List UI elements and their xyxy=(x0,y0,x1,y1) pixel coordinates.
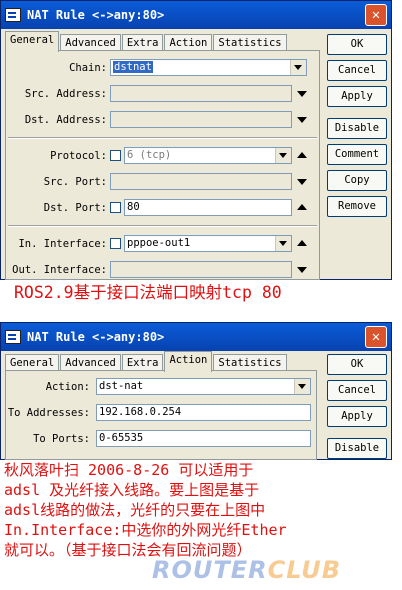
nat-rule-window-action: NAT Rule <->any:80> ✕ General Advanced E… xyxy=(0,322,392,460)
remove-button[interactable]: Remove xyxy=(327,196,387,217)
general-panel: Chain: dstnat Src. Address: Dst. Address… xyxy=(5,50,320,280)
chevron-down-icon[interactable] xyxy=(290,60,306,75)
collapse-up-icon[interactable] xyxy=(297,204,307,210)
out-interface-label: Out. Interface: xyxy=(12,264,107,276)
to-addresses-label: To Addresses: xyxy=(7,407,90,419)
cancel-button[interactable]: Cancel xyxy=(327,380,387,401)
divider xyxy=(8,137,317,139)
expand-down-icon[interactable] xyxy=(297,91,307,97)
divider xyxy=(8,225,317,227)
in-interface-negate-checkbox[interactable] xyxy=(110,238,121,249)
tab-action[interactable]: Action xyxy=(164,351,213,372)
disable-button[interactable]: Disable xyxy=(327,118,387,139)
window-app-icon xyxy=(5,8,21,22)
nat-rule-window-general: NAT Rule <->any:80> ✕ General Advanced E… xyxy=(0,0,392,280)
window-titlebar[interactable]: NAT Rule <->any:80> ✕ xyxy=(1,323,391,351)
apply-button[interactable]: Apply xyxy=(327,406,387,427)
comment-button[interactable]: Comment xyxy=(327,144,387,165)
action-label: Action: xyxy=(45,381,90,393)
routerclub-watermark: ROUTERCLUB xyxy=(152,556,341,584)
dst-address-label: Dst. Address: xyxy=(24,114,107,126)
window-title: NAT Rule <->any:80> xyxy=(27,330,165,344)
caption-ros29: ROS2.9基于接口法端口映射tcp 80 xyxy=(14,283,282,302)
ok-button[interactable]: OK xyxy=(327,34,387,55)
chevron-down-icon[interactable] xyxy=(294,379,310,394)
chevron-down-icon[interactable] xyxy=(275,148,291,163)
expand-down-icon[interactable] xyxy=(297,179,307,185)
dst-port-input[interactable]: 80 xyxy=(124,199,292,216)
collapse-up-icon[interactable] xyxy=(297,152,307,158)
caption-line: 秋风落叶扫 2006-8-26 可以适用于 xyxy=(4,461,254,479)
to-addresses-input[interactable]: 192.168.0.254 xyxy=(96,404,311,421)
in-interface-value: pppoe-out1 xyxy=(127,237,191,249)
in-interface-label: In. Interface: xyxy=(18,238,107,250)
watermark-part2: CLUB xyxy=(267,556,341,584)
protocol-value: 6 (tcp) xyxy=(127,149,172,161)
dst-port-label: Dst. Port: xyxy=(43,202,107,214)
close-icon: ✕ xyxy=(371,329,381,345)
src-address-label: Src. Address: xyxy=(24,88,107,100)
apply-button[interactable]: Apply xyxy=(327,86,387,107)
src-port-label: Src. Port: xyxy=(43,176,107,188)
close-icon: ✕ xyxy=(371,7,381,23)
caption-line: adsl 及光纤接入线路。要上图是基于 xyxy=(4,481,260,499)
close-button[interactable]: ✕ xyxy=(365,4,387,26)
expand-down-icon[interactable] xyxy=(297,117,307,123)
chain-label: Chain: xyxy=(69,62,107,74)
window-titlebar[interactable]: NAT Rule <->any:80> ✕ xyxy=(1,1,391,29)
action-panel: Action: dst-nat To Addresses: 192.168.0.… xyxy=(5,370,317,460)
to-ports-label: To Ports: xyxy=(33,433,90,445)
protocol-select[interactable]: 6 (tcp) xyxy=(124,147,292,164)
in-interface-select[interactable]: pppoe-out1 xyxy=(124,235,292,252)
window-app-icon xyxy=(5,330,21,344)
action-value: dst-nat xyxy=(99,380,144,392)
close-button[interactable]: ✕ xyxy=(365,326,387,348)
src-port-field[interactable] xyxy=(110,173,292,190)
to-ports-input[interactable]: 0-65535 xyxy=(96,430,311,447)
caption-line: In.Interface:中选你的外网光纤Ether xyxy=(4,521,287,539)
protocol-label: Protocol: xyxy=(50,150,107,162)
watermark-part1: ROUTER xyxy=(152,556,268,584)
tab-general[interactable]: General xyxy=(5,31,60,52)
expand-down-icon[interactable] xyxy=(297,267,307,273)
window-title: NAT Rule <->any:80> xyxy=(27,8,165,22)
chain-value: dstnat xyxy=(113,61,153,73)
out-interface-field[interactable] xyxy=(110,261,292,278)
protocol-negate-checkbox[interactable] xyxy=(110,150,121,161)
action-select[interactable]: dst-nat xyxy=(96,378,311,395)
cancel-button[interactable]: Cancel xyxy=(327,60,387,81)
caption-line: adsl线路的做法，光纤的只要在上图中 xyxy=(4,501,266,519)
collapse-up-icon[interactable] xyxy=(297,240,307,246)
dst-address-field[interactable] xyxy=(110,111,292,128)
disable-button[interactable]: Disable xyxy=(327,438,387,459)
caption-notes: 秋风落叶扫 2006-8-26 可以适用于 adsl 及光纤接入线路。要上图是基… xyxy=(4,460,287,560)
dst-port-negate-checkbox[interactable] xyxy=(110,202,121,213)
src-address-field[interactable] xyxy=(110,85,292,102)
ok-button[interactable]: OK xyxy=(327,354,387,375)
chain-select[interactable]: dstnat xyxy=(110,59,307,76)
chevron-down-icon[interactable] xyxy=(275,236,291,251)
copy-button[interactable]: Copy xyxy=(327,170,387,191)
